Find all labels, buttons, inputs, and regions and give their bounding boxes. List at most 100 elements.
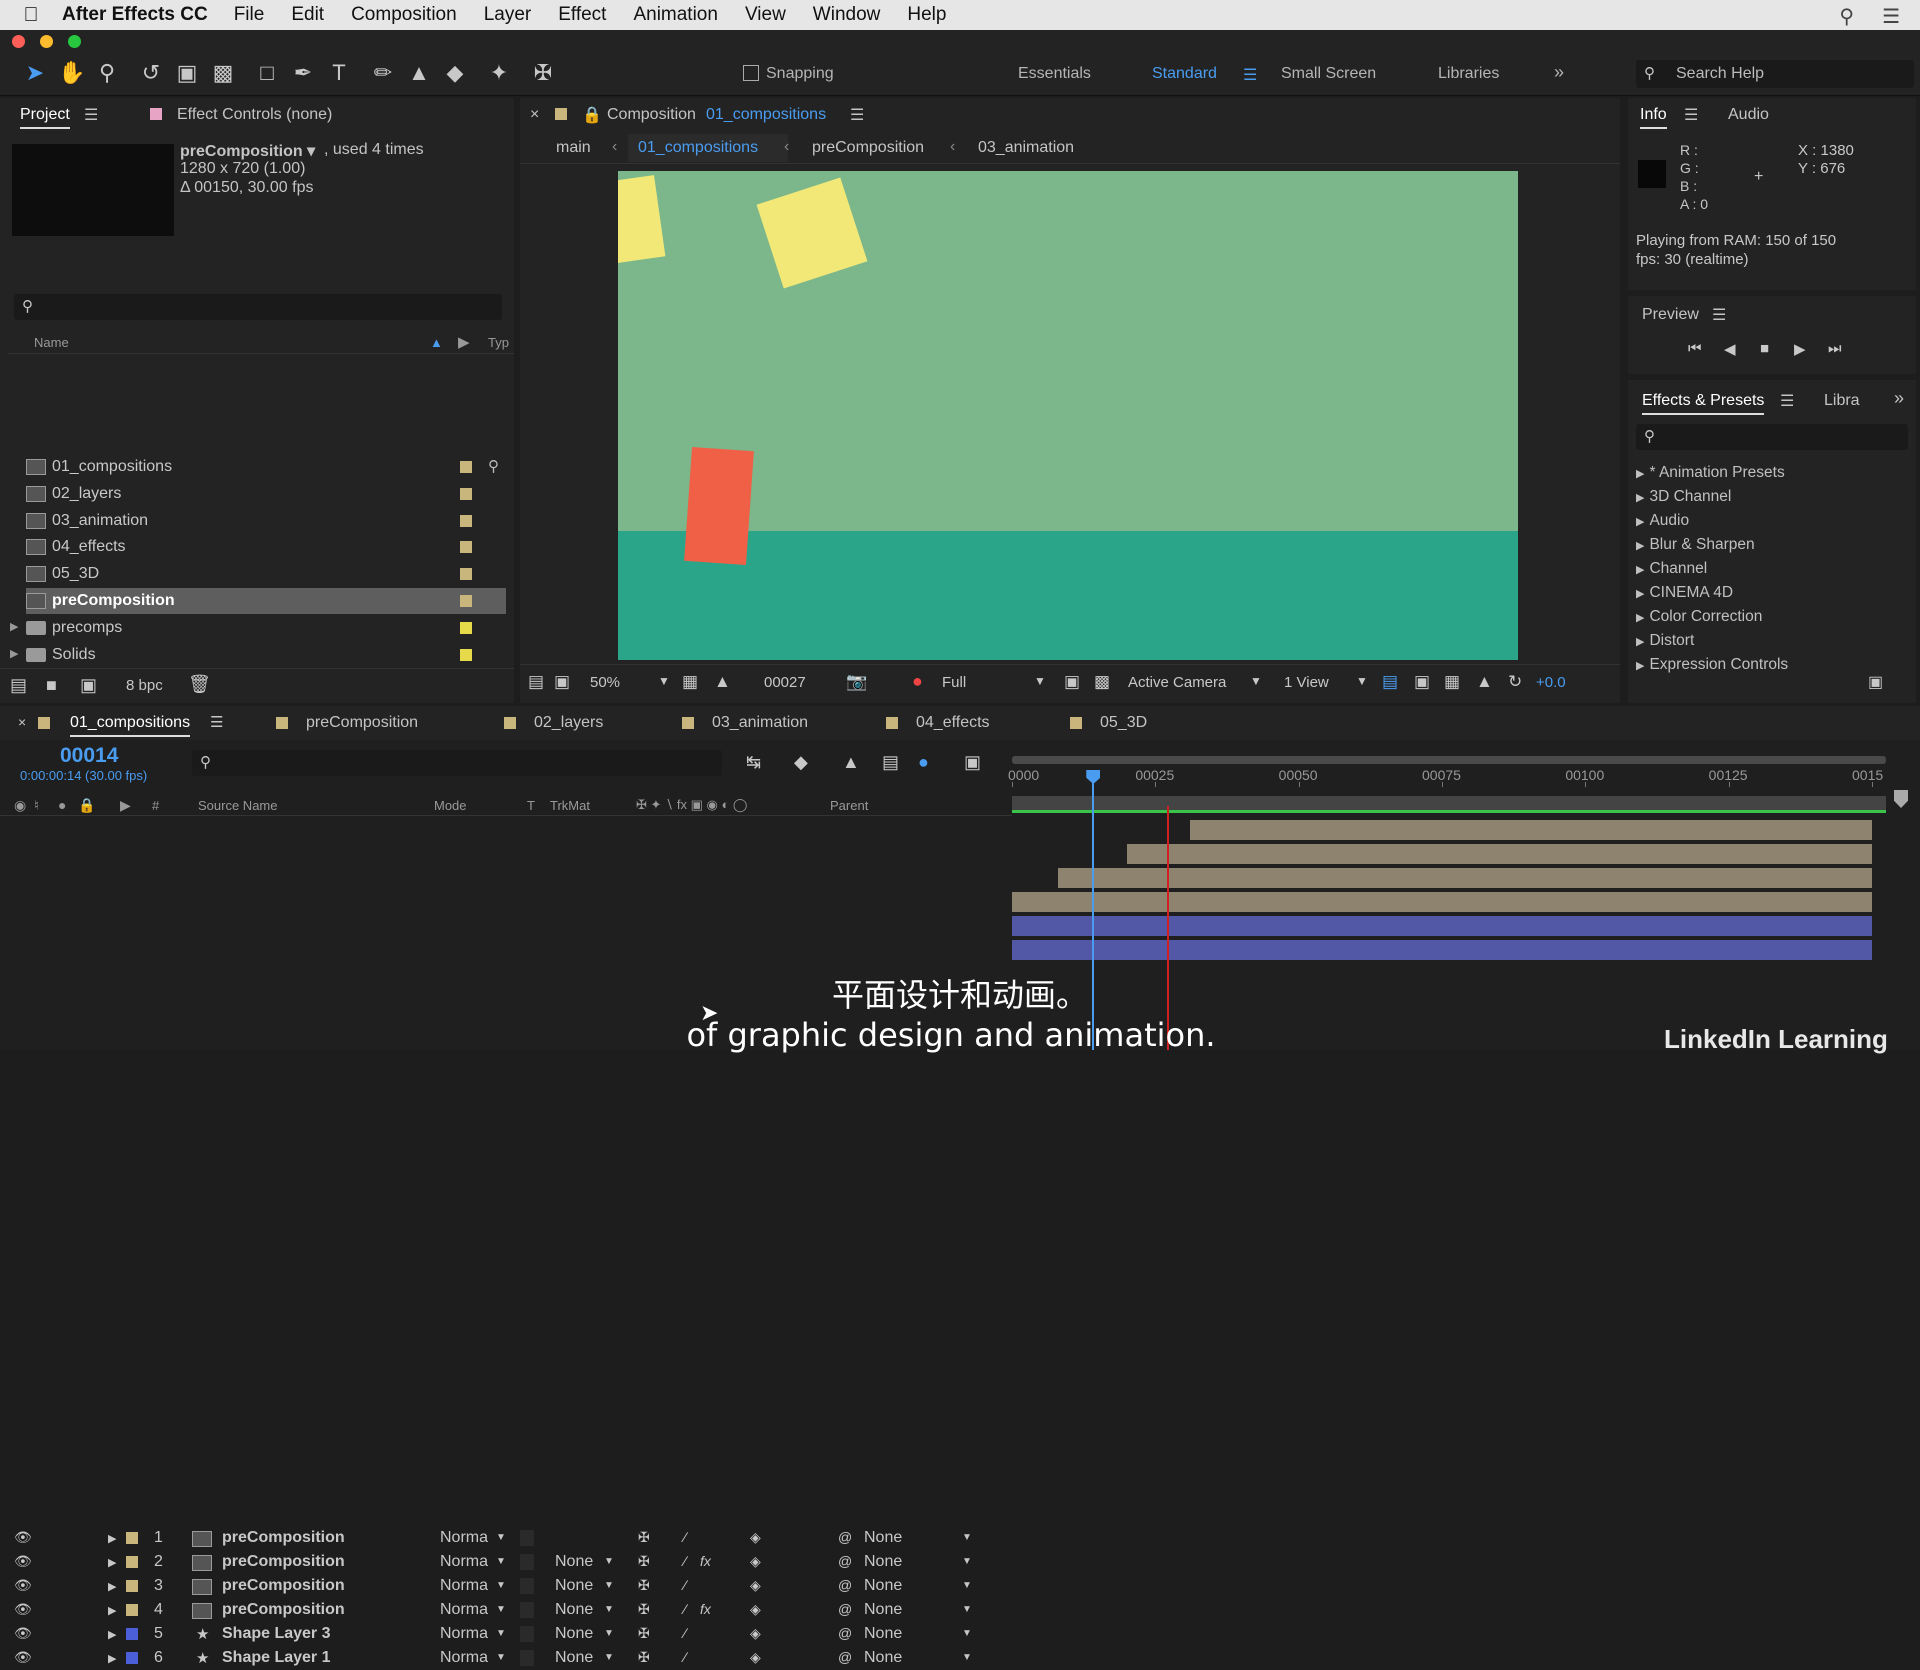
label-swatch[interactable]: [460, 648, 472, 661]
menu-layer[interactable]: Layer: [484, 4, 532, 26]
blend-mode-select[interactable]: Norma: [440, 1577, 488, 1595]
chevron-down-icon[interactable]: ▼: [1356, 674, 1368, 688]
visibility-eye-icon[interactable]: 👁: [14, 1649, 32, 1666]
type-tool-icon[interactable]: T: [326, 60, 352, 86]
parent-select[interactable]: None: [864, 1625, 902, 1643]
layer-label-swatch[interactable]: [126, 1652, 138, 1664]
disclosure-triangle-icon[interactable]: ▶: [1636, 612, 1644, 624]
pick-whip-icon[interactable]: @: [838, 1625, 852, 1641]
layer-duration-bar[interactable]: [1012, 916, 1872, 936]
spotlight-search-icon[interactable]: ⚲: [1839, 4, 1854, 29]
project-menu-icon[interactable]: ☰: [84, 105, 98, 125]
t-header[interactable]: T: [527, 798, 535, 813]
project-item[interactable]: 05_3D: [26, 561, 506, 587]
effect-switch-icon[interactable]: fx: [700, 1553, 711, 1569]
lock-icon[interactable]: 🔒: [582, 105, 602, 125]
disclosure-triangle-icon[interactable]: ▶: [10, 647, 18, 660]
effect-switch-icon[interactable]: fx: [700, 1601, 711, 1617]
menu-file[interactable]: File: [234, 4, 265, 26]
layer-name[interactable]: Shape Layer 3: [222, 1625, 331, 1643]
workspace-menu-icon[interactable]: ☰: [1243, 65, 1257, 85]
flowchart-icon[interactable]: ⚲: [488, 457, 499, 475]
label-swatch[interactable]: [460, 568, 472, 581]
effects-menu-icon[interactable]: ☰: [1780, 391, 1794, 411]
zoom-window-button[interactable]: [68, 35, 81, 48]
chevron-down-icon[interactable]: ▼: [496, 1580, 506, 1591]
parent-select[interactable]: None: [864, 1649, 902, 1667]
pick-whip-icon[interactable]: @: [838, 1649, 852, 1665]
sort-ascending-icon[interactable]: ▲: [430, 335, 443, 350]
trkmat-header[interactable]: TrkMat: [550, 798, 590, 813]
preserve-transparency-toggle[interactable]: [520, 1578, 534, 1594]
layer-duration-bar[interactable]: [1012, 940, 1872, 960]
last-frame-icon[interactable]: ⏭: [1828, 340, 1842, 357]
label-swatch[interactable]: [460, 487, 472, 500]
menu-window[interactable]: Window: [813, 4, 881, 26]
disclosure-triangle-icon[interactable]: ▶: [1636, 636, 1644, 648]
visibility-eye-icon[interactable]: 👁: [14, 1625, 32, 1642]
draft-3d-icon[interactable]: ◆: [794, 752, 808, 773]
motion-blur-switch-icon[interactable]: ◈: [750, 1649, 761, 1666]
apple-icon[interactable]: : [0, 4, 62, 27]
effects-category[interactable]: ▶ * Animation Presets: [1636, 464, 1785, 482]
mask-visibility-icon[interactable]: ▲: [714, 672, 731, 692]
menu-effect[interactable]: Effect: [558, 4, 606, 26]
bit-depth-button[interactable]: 8 bpc: [126, 677, 163, 694]
motion-blur-icon[interactable]: ●: [918, 752, 929, 773]
menu-animation[interactable]: Animation: [633, 4, 718, 26]
more-workspaces-icon[interactable]: »: [1554, 62, 1564, 83]
breadcrumb-precomposition[interactable]: preComposition: [812, 139, 924, 157]
always-preview-icon[interactable]: ▤: [528, 672, 544, 692]
trash-icon[interactable]: 🗑: [188, 674, 211, 695]
disclosure-triangle-icon[interactable]: ▶: [1636, 540, 1644, 552]
chevron-down-icon[interactable]: ▼: [604, 1652, 614, 1663]
disclosure-triangle-icon[interactable]: ▶: [1636, 492, 1644, 504]
view-layout-select[interactable]: 1 View: [1284, 674, 1329, 691]
disclosure-triangle-icon[interactable]: ▶: [108, 1604, 116, 1617]
effects-category[interactable]: ▶ 3D Channel: [1636, 488, 1731, 506]
timeline-tab[interactable]: 03_animation: [712, 714, 808, 732]
graph-editor-icon[interactable]: ▣: [964, 752, 981, 773]
motion-blur-switch-icon[interactable]: ◈: [750, 1553, 761, 1570]
chevron-down-icon[interactable]: ▼: [604, 1628, 614, 1639]
hide-shy-layers-icon[interactable]: ▲: [842, 752, 860, 773]
lock-icon[interactable]: 🔒: [78, 797, 95, 814]
project-item[interactable]: ▶ Solids: [10, 642, 506, 668]
notification-list-icon[interactable]: ☰: [1882, 4, 1900, 29]
composition-menu-icon[interactable]: ☰: [850, 105, 864, 125]
blend-mode-select[interactable]: Norma: [440, 1553, 488, 1571]
preserve-transparency-toggle[interactable]: [520, 1626, 534, 1642]
effects-category[interactable]: ▶ Blur & Sharpen: [1636, 536, 1755, 554]
project-item[interactable]: 04_effects: [26, 534, 506, 560]
layer-name[interactable]: preComposition: [222, 1577, 345, 1595]
reset-exposure-icon[interactable]: ↻: [1508, 672, 1522, 692]
layer-label-swatch[interactable]: [126, 1532, 138, 1544]
tab-libraries[interactable]: Libra: [1824, 392, 1860, 410]
label-swatch[interactable]: [460, 514, 472, 527]
shy-switch-icon[interactable]: ✠: [638, 1625, 650, 1642]
track-matte-select[interactable]: None: [555, 1601, 593, 1619]
timeline-layer-row[interactable]: 👁 ▶ 5 ★ Shape Layer 3 Norma ▼ None ▼ ✠ ∕ ◈ @ None ▼: [8, 1622, 1008, 1646]
flowchart-icon[interactable]: ▲: [1476, 672, 1493, 692]
next-frame-icon[interactable]: ▶: [1794, 340, 1806, 358]
chevron-down-icon[interactable]: ▼: [1250, 674, 1262, 688]
new-bin-icon[interactable]: ▣: [1868, 672, 1883, 692]
shy-switch-icon[interactable]: ✠: [638, 1553, 650, 1570]
effects-category[interactable]: ▶ Channel: [1636, 560, 1707, 578]
effects-category[interactable]: ▶ Audio: [1636, 512, 1689, 530]
new-composition-icon[interactable]: ▣: [80, 675, 97, 696]
workspace-libraries[interactable]: Libraries: [1438, 65, 1499, 83]
layer-name[interactable]: preComposition: [222, 1529, 345, 1547]
chevron-down-icon[interactable]: ▼: [496, 1556, 506, 1567]
camera-tool-icon[interactable]: ▣: [174, 60, 200, 86]
name-column-header[interactable]: Name: [34, 335, 69, 350]
shy-switch-icon[interactable]: ✠: [638, 1577, 650, 1594]
chevron-down-icon[interactable]: ▼: [658, 674, 670, 688]
project-item[interactable]: 03_animation: [26, 508, 506, 534]
tab-audio[interactable]: Audio: [1728, 106, 1769, 124]
project-item[interactable]: 01_compositions ⚲: [26, 454, 506, 480]
chevron-down-icon[interactable]: ▼: [604, 1556, 614, 1567]
disclosure-triangle-icon[interactable]: ▶: [1636, 516, 1644, 528]
layer-name[interactable]: preComposition: [222, 1601, 345, 1619]
layer-label-swatch[interactable]: [126, 1580, 138, 1592]
